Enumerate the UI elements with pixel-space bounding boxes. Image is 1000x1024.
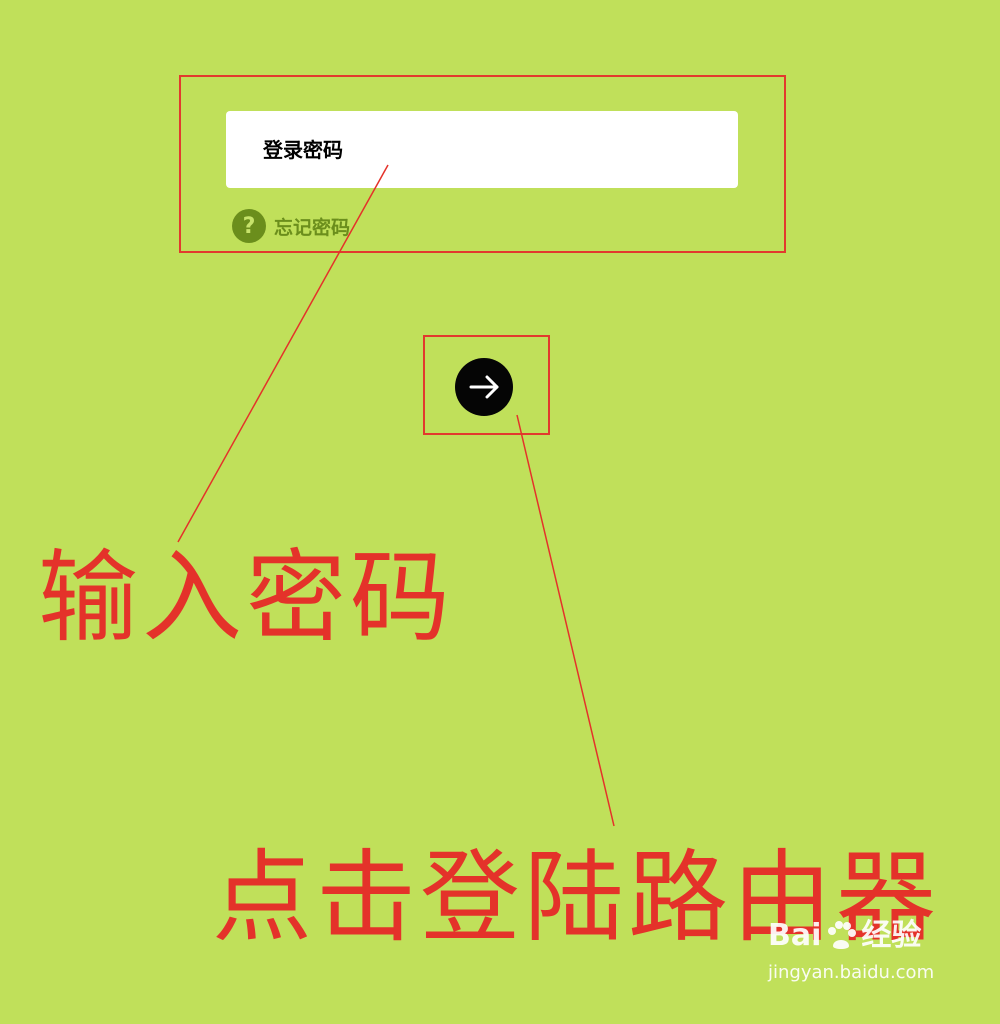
watermark-brand-left: Bai bbox=[768, 918, 822, 953]
watermark-site: jingyan.baidu.com bbox=[768, 962, 935, 983]
login-pointer-line bbox=[516, 414, 615, 827]
baidu-jingyan-watermark: Bai 经验 jingyan.baidu.com bbox=[768, 918, 968, 984]
login-button[interactable] bbox=[455, 358, 513, 416]
question-circle-icon: ? bbox=[232, 209, 266, 243]
arrow-right-icon bbox=[469, 375, 499, 399]
paw-icon bbox=[828, 921, 857, 949]
password-input[interactable] bbox=[226, 111, 738, 188]
watermark-brand-right: 经验 bbox=[861, 918, 922, 953]
forgot-password-label: 忘记密码 bbox=[274, 216, 351, 239]
forgot-password-link[interactable]: ? 忘记密码 bbox=[232, 209, 350, 243]
enter-password-annotation: 输入密码 bbox=[38, 539, 454, 656]
